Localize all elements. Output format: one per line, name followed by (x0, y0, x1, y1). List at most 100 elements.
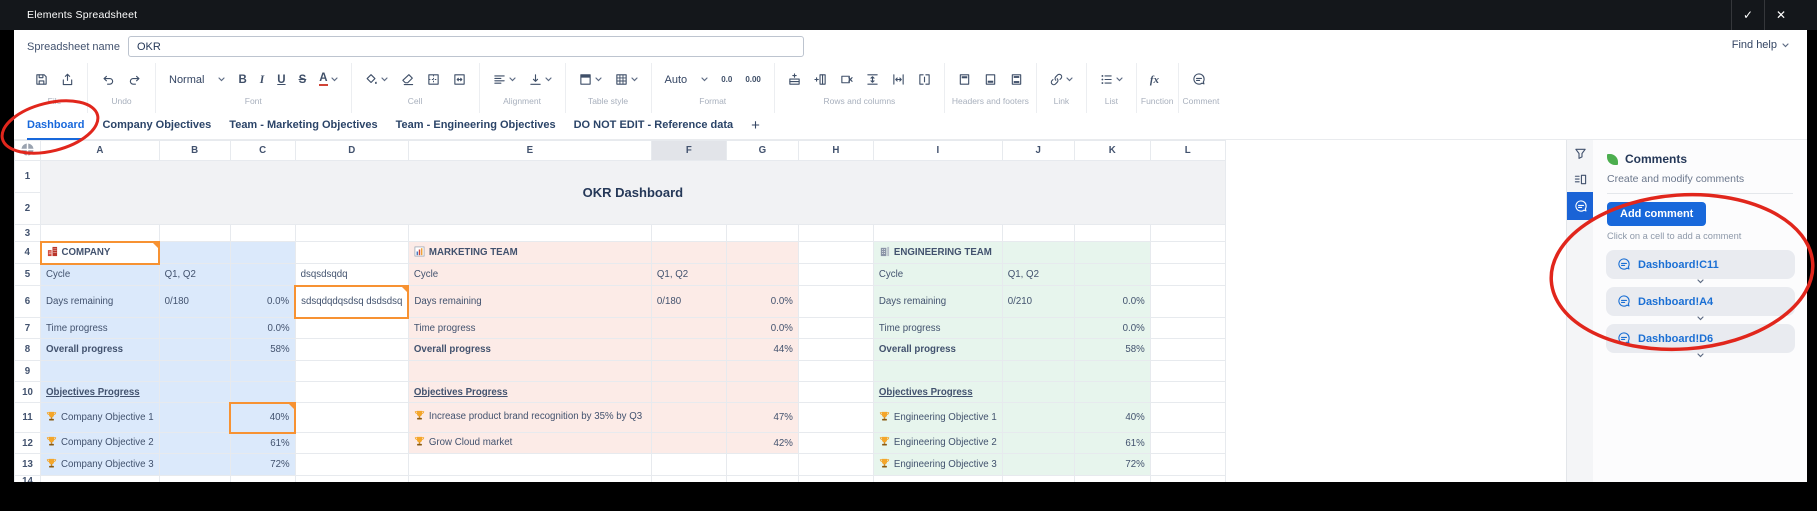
cell-E14[interactable] (408, 476, 651, 483)
tab-dashboard[interactable]: Dashboard (27, 113, 84, 140)
cell-D9[interactable] (295, 361, 408, 382)
cell-B11[interactable] (159, 403, 230, 433)
cell-E7[interactable]: Time progress (408, 318, 651, 339)
insert-row-icon[interactable] (788, 73, 801, 86)
cell-H5[interactable] (798, 264, 873, 286)
cell-C13[interactable]: 72% (230, 454, 295, 476)
cell-L10[interactable] (1150, 382, 1225, 403)
cell-G11[interactable]: 47% (726, 403, 798, 433)
comments-icon[interactable] (1567, 192, 1594, 220)
bold-icon[interactable]: B (238, 74, 246, 86)
function-icon[interactable]: fx (1150, 74, 1159, 86)
cell-F14[interactable] (651, 476, 726, 483)
row-height-icon[interactable] (866, 73, 879, 86)
cell-D8[interactable] (295, 339, 408, 361)
cell-J11[interactable] (1002, 403, 1074, 433)
cell-K6[interactable]: 0.0% (1074, 286, 1150, 318)
comment-chip-dashboard-c11[interactable]: Dashboard!C11 (1606, 250, 1795, 279)
cell-J8[interactable] (1002, 339, 1074, 361)
cell-H6[interactable] (798, 286, 873, 318)
insert-column-icon[interactable] (814, 73, 827, 86)
cell-I12[interactable]: Engineering Objective 2 (873, 433, 1002, 454)
cell-K3[interactable] (1074, 225, 1150, 242)
cell-I5[interactable]: Cycle (873, 264, 1002, 286)
cell-J9[interactable] (1002, 361, 1074, 382)
row-header-3[interactable]: 3 (15, 225, 41, 242)
cell-G8[interactable]: 44% (726, 339, 798, 361)
cell-K5[interactable] (1074, 264, 1150, 286)
expand-comment-chevron-icon[interactable] (1606, 316, 1795, 322)
cell-C8[interactable]: 58% (230, 339, 295, 361)
column-width-icon[interactable] (892, 73, 905, 86)
align-left-icon[interactable] (493, 73, 516, 86)
cell-A9[interactable] (41, 361, 160, 382)
cell-G7[interactable]: 0.0% (726, 318, 798, 339)
cell-G3[interactable] (726, 225, 798, 242)
cell-L7[interactable] (1150, 318, 1225, 339)
row-header-9[interactable]: 9 (15, 361, 41, 382)
cell-D6[interactable]: sdsqdqdqsdsq dsdsdsq (295, 286, 408, 318)
cell-I8[interactable]: Overall progress (873, 339, 1002, 361)
filter-icon[interactable] (1567, 140, 1594, 166)
cell-J13[interactable] (1002, 454, 1074, 476)
split-cells-icon[interactable] (918, 73, 931, 86)
cell-B10[interactable] (159, 382, 230, 403)
row-header-11[interactable]: 11 (15, 403, 41, 433)
tab-team-engineering-objectives[interactable]: Team - Engineering Objectives (396, 113, 556, 140)
export-icon[interactable] (61, 73, 74, 86)
cell-C6[interactable]: 0.0% (230, 286, 295, 318)
text-color-icon[interactable]: A (319, 73, 337, 87)
cell-E5[interactable]: Cycle (408, 264, 651, 286)
cell-E4[interactable]: MARKETING TEAM (408, 242, 651, 264)
cell-H7[interactable] (798, 318, 873, 339)
cell-C5[interactable] (230, 264, 295, 286)
column-header-f[interactable]: F (651, 141, 726, 161)
cell-I6[interactable]: Days remaining (873, 286, 1002, 318)
cell-C12[interactable]: 61% (230, 433, 295, 454)
column-header-g[interactable]: G (726, 141, 798, 161)
cell-G13[interactable] (726, 454, 798, 476)
row-header-12[interactable]: 12 (15, 433, 41, 454)
cell-G6[interactable]: 0.0% (726, 286, 798, 318)
cell-B4[interactable] (159, 242, 230, 264)
cell-C11[interactable]: 40% (230, 403, 295, 433)
cell-H8[interactable] (798, 339, 873, 361)
cell-J14[interactable] (1002, 476, 1074, 483)
cell-H13[interactable] (798, 454, 873, 476)
comment-icon[interactable] (1192, 73, 1206, 86)
add-comment-button[interactable]: Add comment (1607, 202, 1706, 226)
cell-D4[interactable] (295, 242, 408, 264)
cell-G14[interactable] (726, 476, 798, 483)
row-header-8[interactable]: 8 (15, 339, 41, 361)
cell-D5[interactable]: dsqsdsqdq (295, 264, 408, 286)
cell-K11[interactable]: 40% (1074, 403, 1150, 433)
cell-L9[interactable] (1150, 361, 1225, 382)
expand-comment-chevron-icon[interactable] (1606, 279, 1795, 285)
header-footer-icon[interactable] (1010, 73, 1023, 86)
dropdown-auto[interactable]: Auto (665, 74, 709, 86)
italic-icon[interactable]: I (260, 74, 264, 86)
cell-K13[interactable]: 72% (1074, 454, 1150, 476)
cell-G10[interactable] (726, 382, 798, 403)
cell-E13[interactable] (408, 454, 651, 476)
cell-L13[interactable] (1150, 454, 1225, 476)
cell-D13[interactable] (295, 454, 408, 476)
cell-A7[interactable]: Time progress (41, 318, 160, 339)
cell-H10[interactable] (798, 382, 873, 403)
strikethrough-icon[interactable]: S (299, 74, 307, 86)
fill-color-icon[interactable] (365, 73, 388, 86)
cell-K14[interactable] (1074, 476, 1150, 483)
cell-B14[interactable] (159, 476, 230, 483)
table-header-icon[interactable] (579, 73, 602, 86)
column-header-d[interactable]: D (295, 141, 408, 161)
cell-F6[interactable]: 0/180 (651, 286, 726, 318)
column-header-k[interactable]: K (1074, 141, 1150, 161)
dashboard-title-band[interactable]: OKR Dashboard (41, 161, 1226, 225)
row-header-10[interactable]: 10 (15, 382, 41, 403)
cell-G12[interactable]: 42% (726, 433, 798, 454)
column-header-j[interactable]: J (1002, 141, 1074, 161)
cell-E6[interactable]: Days remaining (408, 286, 651, 318)
cell-J12[interactable] (1002, 433, 1074, 454)
cell-K10[interactable] (1074, 382, 1150, 403)
column-header-a[interactable]: A (41, 141, 160, 161)
